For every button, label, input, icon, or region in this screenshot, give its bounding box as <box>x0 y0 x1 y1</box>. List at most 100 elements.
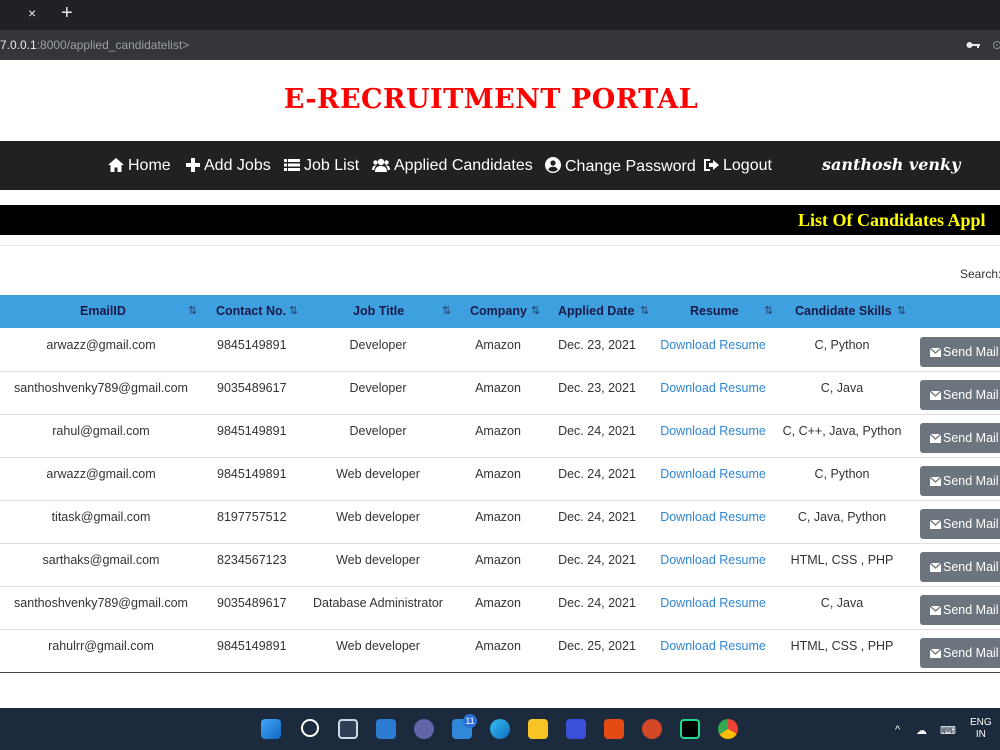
nav-applied-candidates-label: Applied Candidates <box>394 157 533 174</box>
cell-company: Amazon <box>475 424 521 438</box>
cell-date: Dec. 24, 2021 <box>558 510 636 524</box>
nav-applied-candidates[interactable]: Applied Candidates <box>372 157 533 175</box>
send-mail-button[interactable]: Send Mail <box>920 380 1000 410</box>
download-resume-link[interactable]: Download Resume <box>660 338 766 352</box>
site-info-icon[interactable]: ⊙ <box>992 38 1000 52</box>
cell-skills: C, Python <box>814 338 870 352</box>
nav-logout[interactable]: Logout <box>704 157 772 175</box>
windows-start-icon[interactable] <box>261 719 281 739</box>
sort-icon[interactable]: ⇅ <box>442 304 451 317</box>
logout-icon <box>704 159 719 171</box>
header-contact[interactable]: Contact No. <box>216 304 286 318</box>
user-circle-icon <box>545 157 561 173</box>
cell-date: Dec. 24, 2021 <box>558 553 636 567</box>
file-explorer-icon[interactable] <box>528 719 548 739</box>
send-mail-button[interactable]: Send Mail <box>920 423 1000 453</box>
sort-icon[interactable]: ⇅ <box>640 304 649 317</box>
download-resume-link[interactable]: Download Resume <box>660 424 766 438</box>
header-emailid[interactable]: EmailID <box>80 304 126 318</box>
divider <box>0 245 1000 246</box>
envelope-icon <box>929 603 943 617</box>
download-resume-link[interactable]: Download Resume <box>660 639 766 653</box>
download-resume-link[interactable]: Download Resume <box>660 467 766 481</box>
marquee-banner: List Of Candidates Appl <box>0 205 1000 235</box>
language-line-1: ENG <box>970 717 992 728</box>
cell-job: Developer <box>349 424 407 438</box>
header-resume[interactable]: Resume <box>690 304 739 318</box>
language-line-2: IN <box>975 729 986 740</box>
cell-company: Amazon <box>475 510 521 524</box>
table-row: rahulrr@gmail.com 9845149891 Web developer… <box>0 630 1000 673</box>
header-company[interactable]: Company <box>470 304 527 318</box>
visual-studio-code-icon[interactable] <box>566 719 586 739</box>
chevron-up-icon[interactable]: ^ <box>895 724 900 736</box>
cell-company: Amazon <box>475 338 521 352</box>
cell-email: santhoshvenky789@gmail.com <box>14 596 188 610</box>
widgets-icon[interactable] <box>376 719 396 739</box>
cell-job: Web developer <box>336 467 420 481</box>
weather-cloud-icon[interactable]: ☁ <box>916 724 927 737</box>
nav-change-password[interactable]: Change Password <box>545 157 696 176</box>
url-host: 7.0.0.1 <box>0 38 37 52</box>
task-view-icon[interactable] <box>338 719 358 739</box>
download-resume-link[interactable]: Download Resume <box>660 381 766 395</box>
send-mail-button[interactable]: Send Mail <box>920 509 1000 539</box>
nav-add-jobs[interactable]: Add Jobs <box>186 157 271 175</box>
sort-icon[interactable]: ⇅ <box>289 304 298 317</box>
envelope-icon <box>929 388 943 402</box>
main-navbar: Home Add Jobs Job List Applied Candidate… <box>0 141 1000 190</box>
edge-browser-icon[interactable] <box>490 719 510 739</box>
tab-close-button[interactable]: × <box>28 5 36 21</box>
send-mail-button[interactable]: Send Mail <box>920 638 1000 668</box>
cell-contact: 8234567123 <box>217 553 287 567</box>
cell-company: Amazon <box>475 596 521 610</box>
send-mail-button[interactable]: Send Mail <box>920 552 1000 582</box>
cell-contact: 9845149891 <box>217 467 287 481</box>
cell-contact: 9845149891 <box>217 338 287 352</box>
send-mail-label: Send Mail <box>943 646 999 660</box>
nav-home[interactable]: Home <box>108 157 171 175</box>
send-mail-button[interactable]: Send Mail <box>920 595 1000 625</box>
chrome-browser-icon[interactable] <box>718 719 738 739</box>
download-resume-link[interactable]: Download Resume <box>660 553 766 567</box>
sort-icon[interactable]: ⇅ <box>897 304 906 317</box>
new-tab-button[interactable]: + <box>61 2 73 25</box>
powerpoint-icon[interactable] <box>642 719 662 739</box>
download-resume-link[interactable]: Download Resume <box>660 510 766 524</box>
sort-icon[interactable]: ⇅ <box>188 304 197 317</box>
table-row: arwazz@gmail.com 9845149891 Developer Amazo… <box>0 329 1000 372</box>
nav-job-list[interactable]: Job List <box>284 157 359 175</box>
send-mail-label: Send Mail <box>943 560 999 574</box>
send-mail-button[interactable]: Send Mail <box>920 466 1000 496</box>
cell-email: sarthaks@gmail.com <box>42 553 160 567</box>
header-applied-date[interactable]: Applied Date <box>558 304 634 318</box>
nav-change-password-label: Change Password <box>565 158 696 175</box>
header-candidate-skills[interactable]: Candidate Skills <box>795 304 892 318</box>
cell-job: Developer <box>349 381 407 395</box>
users-icon <box>372 158 390 172</box>
search-icon[interactable] <box>301 719 319 737</box>
pycharm-icon[interactable] <box>680 719 700 739</box>
nav-home-label: Home <box>128 157 171 174</box>
cell-company: Amazon <box>475 381 521 395</box>
cell-skills: C, Python <box>814 467 870 481</box>
envelope-icon <box>929 474 943 488</box>
sort-icon[interactable]: ⇅ <box>764 304 773 317</box>
cell-job: Web developer <box>336 553 420 567</box>
key-icon[interactable] <box>966 38 980 53</box>
address-bar[interactable]: 7.0.0.1:8000/applied_candidatelist> ⊙ <box>0 30 1000 60</box>
sort-icon[interactable]: ⇅ <box>531 304 540 317</box>
download-resume-link[interactable]: Download Resume <box>660 596 766 610</box>
keyboard-icon[interactable]: ⌨ <box>940 724 956 737</box>
marquee-text: List Of Candidates Appl <box>798 210 986 230</box>
table-row: arwazz@gmail.com 9845149891 Web developer A… <box>0 458 1000 501</box>
chat-icon[interactable] <box>414 719 434 739</box>
cell-date: Dec. 24, 2021 <box>558 467 636 481</box>
cell-company: Amazon <box>475 639 521 653</box>
cell-skills: C, Java <box>820 596 864 610</box>
header-job-title[interactable]: Job Title <box>353 304 404 318</box>
send-mail-button[interactable]: Send Mail <box>920 337 1000 367</box>
office-icon[interactable] <box>604 719 624 739</box>
url-text[interactable]: 7.0.0.1:8000/applied_candidatelist> <box>0 38 189 52</box>
language-indicator[interactable]: ENG IN <box>970 717 992 741</box>
